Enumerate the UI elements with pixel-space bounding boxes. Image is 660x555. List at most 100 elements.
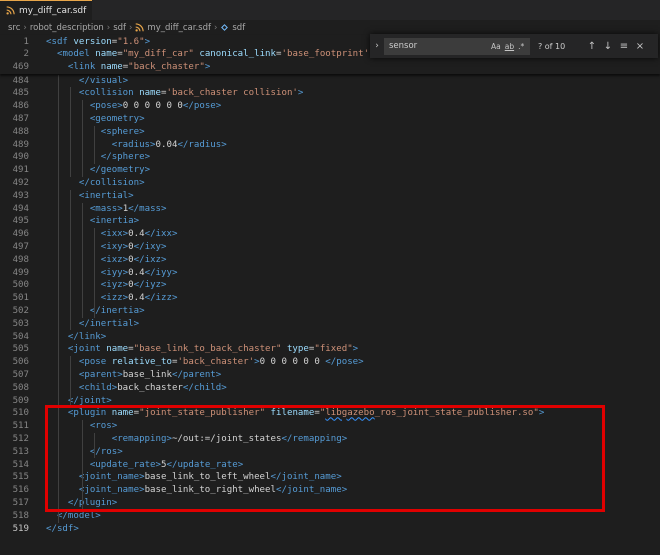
next-match-arrow-down-icon[interactable]: ↓: [600, 41, 616, 52]
line-number: 498: [12, 254, 29, 265]
chevron-right-icon: ›: [213, 22, 218, 33]
code-token: version: [73, 36, 112, 47]
code-token: name: [100, 62, 123, 73]
breadcrumb-item[interactable]: my_diff_car.sdf: [147, 23, 211, 33]
code-line[interactable]: 519 </sdf>: [0, 523, 660, 536]
code-token: >: [139, 113, 145, 124]
code-token: inertial: [89, 318, 134, 329]
code-token: collision: [84, 88, 134, 99]
code-token: mass: [139, 203, 162, 214]
code-token: ixy: [144, 241, 162, 252]
breadcrumb-item[interactable]: src: [8, 23, 20, 33]
code-line[interactable]: 485 <collision name='back_chaster collis…: [0, 87, 660, 100]
code-line[interactable]: 493 <inertial>: [0, 190, 660, 203]
code-line[interactable]: 500 <iyz>0</iyz>: [0, 279, 660, 292]
line-number: 485: [12, 88, 29, 99]
code-line[interactable]: 504 </link>: [0, 331, 660, 344]
code-text: <collision name='back_chaster collision'…: [46, 87, 304, 100]
code-line[interactable]: 489 <radius>0.04</radius>: [0, 139, 660, 152]
code-line[interactable]: 492 </collision>: [0, 177, 660, 190]
breadcrumb-item[interactable]: robot_description: [30, 23, 104, 33]
code-token: </: [100, 152, 112, 163]
code-line[interactable]: 488 <sphere>: [0, 126, 660, 139]
toggle-replace-chevron-icon[interactable]: ›: [370, 41, 384, 51]
code-line[interactable]: 490 </sphere>: [0, 151, 660, 164]
code-line[interactable]: 499 <iyy>0.4</iyy>: [0, 267, 660, 280]
code-token: >: [204, 62, 211, 73]
line-number: 515: [12, 472, 29, 483]
code-token: >: [95, 510, 101, 521]
code-line[interactable]: 494 <mass>1</mass>: [0, 203, 660, 216]
code-token: inertia: [95, 216, 134, 227]
code-token: >: [161, 241, 167, 252]
code-text: <iyz>0</iyz>: [46, 279, 167, 292]
indent-guide: [82, 100, 83, 177]
breadcrumb: src › robot_description › sdf › my_diff_…: [0, 20, 660, 35]
code-token: ixy: [106, 241, 123, 252]
code-token: inertia: [100, 305, 140, 316]
code-token: >: [161, 254, 167, 265]
code-token: >: [73, 523, 79, 534]
code-line[interactable]: 506 <pose relative_to='back_chaster'>0 0…: [0, 356, 660, 369]
code-token: iyy: [155, 267, 172, 278]
code-token: link: [78, 331, 101, 342]
code-token: >: [133, 318, 140, 329]
code-text: </sphere>: [46, 151, 150, 164]
code-line[interactable]: 484 </visual>: [0, 75, 660, 88]
match-case-toggle[interactable]: Aa: [491, 42, 501, 51]
code-line[interactable]: 469 <link name="back_chaster">: [0, 61, 660, 74]
code-line[interactable]: 498 <ixz>0</ixz>: [0, 254, 660, 267]
code-line[interactable]: 497 <ixy>0</ixy>: [0, 241, 660, 254]
line-number: 508: [12, 382, 29, 393]
code-token: </: [89, 305, 101, 316]
code-line[interactable]: 491 </geometry>: [0, 164, 660, 177]
line-number: 497: [12, 241, 29, 252]
line-number: 503: [12, 318, 29, 329]
code-line[interactable]: 507 <parent>base_link</parent>: [0, 369, 660, 382]
code-token: </: [144, 267, 156, 278]
code-token: >: [139, 126, 145, 137]
code-token: "fixed": [314, 344, 353, 355]
code-token: >: [100, 331, 107, 342]
code-line[interactable]: 487 <geometry>: [0, 113, 660, 126]
code-text: <ixy>0</ixy>: [46, 241, 167, 254]
find-in-selection-icon[interactable]: ≡: [616, 41, 632, 52]
code-line[interactable]: 496 <ixx>0.4</ixx>: [0, 228, 660, 241]
use-regex-toggle[interactable]: .*: [518, 42, 524, 51]
code-token: izz: [106, 293, 123, 304]
code-line[interactable]: 495 <inertia>: [0, 215, 660, 228]
code-line[interactable]: 505 <joint name="base_link_to_back_chast…: [0, 343, 660, 356]
previous-match-arrow-up-icon[interactable]: ↑: [584, 41, 600, 52]
code-token: </: [144, 229, 156, 240]
code-token: parent: [84, 369, 118, 380]
code-text: <ixx>0.4</ixx>: [46, 228, 178, 241]
close-icon[interactable]: ×: [632, 41, 648, 52]
code-line[interactable]: 501 <izz>0.4</izz>: [0, 292, 660, 305]
code-token: sdf: [56, 523, 74, 534]
line-number: 495: [12, 216, 29, 227]
code-line[interactable]: 502 </inertia>: [0, 305, 660, 318]
breadcrumb-item[interactable]: sdf: [113, 23, 126, 33]
line-number: 510: [12, 408, 29, 419]
line-number: 501: [12, 293, 29, 304]
code-token: "my_diff_car": [122, 49, 194, 60]
code-token: </: [78, 177, 90, 188]
match-whole-word-toggle[interactable]: ab: [505, 42, 514, 51]
find-input[interactable]: [385, 40, 487, 52]
breadcrumb-item[interactable]: sdf: [232, 23, 245, 33]
code-line[interactable]: 503 </inertial>: [0, 318, 660, 331]
tab-my-diff-car[interactable]: my_diff_car.sdf: [0, 0, 92, 20]
code-token: 0.4: [128, 267, 145, 278]
code-token: >: [161, 203, 167, 214]
code-line[interactable]: 508 <child>back_chaster</child>: [0, 382, 660, 395]
line-number: 489: [12, 139, 29, 150]
code-token: geometry: [100, 165, 145, 176]
code-token: relative_to: [111, 357, 172, 368]
code-line[interactable]: 486 <pose>0 0 0 0 0 0</pose>: [0, 100, 660, 113]
